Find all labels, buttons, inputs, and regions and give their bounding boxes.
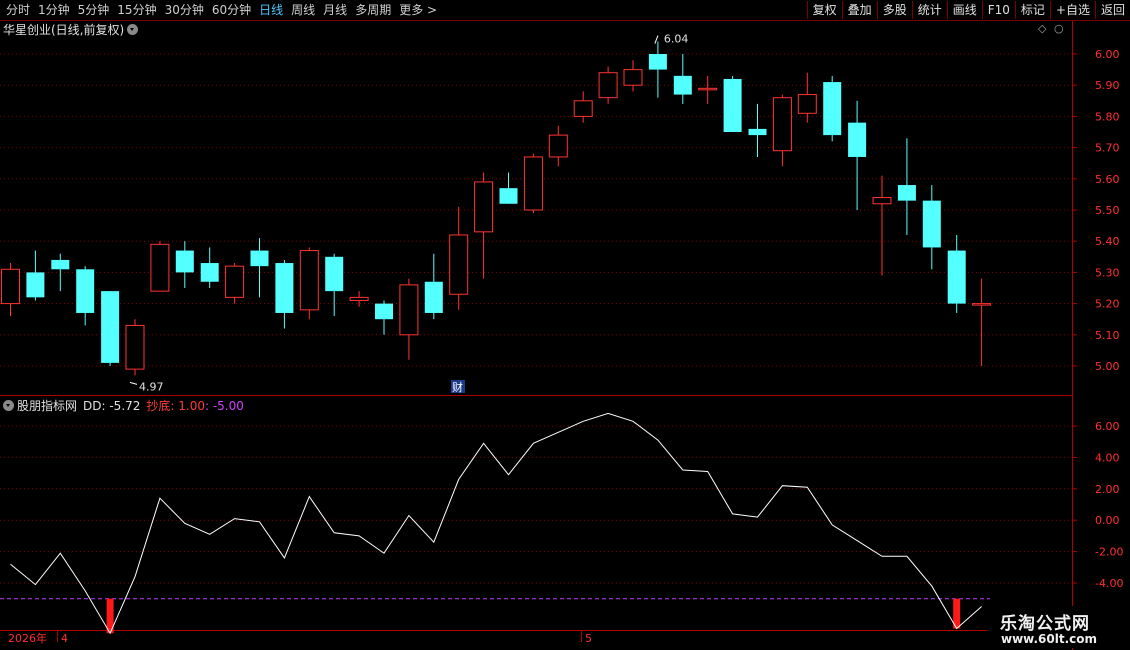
candle-body-up — [772, 97, 792, 152]
price-tick-label: 6.00 — [1095, 48, 1120, 61]
candle-body-up — [349, 296, 369, 301]
indicator-tick-label: 2.00 — [1095, 483, 1120, 496]
candle-body-up — [1, 268, 20, 305]
candle-body-down — [175, 250, 194, 273]
candle-body-down — [250, 250, 269, 267]
low-marker-line — [129, 381, 138, 385]
candle-body-up — [150, 243, 170, 292]
dd-indicator-line — [10, 412, 982, 635]
candle-body-down — [823, 82, 842, 136]
candle-body-down — [648, 54, 667, 70]
candle-body-down — [723, 78, 742, 132]
indicator-tick-label: 4.00 — [1095, 451, 1120, 464]
low-price-label: 4.97 — [139, 380, 164, 393]
candle-body-up — [125, 324, 145, 370]
price-tick-label: 5.20 — [1095, 298, 1120, 311]
indicator-tick-label: -2.00 — [1095, 546, 1123, 559]
stock-chart[interactable]: 6.00 5.90 5.80 5.70 5.60 5.50 5.40 5.30 5.20 5.10… — [0, 0, 1130, 650]
candle-body-down — [848, 122, 867, 157]
price-tick-label: 5.80 — [1095, 110, 1120, 123]
candle-body-down — [748, 128, 767, 136]
candle-body-up — [399, 284, 419, 336]
candle-body-up — [698, 87, 718, 91]
price-tick-label: 5.90 — [1095, 79, 1120, 92]
candle-body-up — [299, 250, 319, 311]
candle-body-down — [922, 200, 941, 248]
price-tick-label: 5.50 — [1095, 204, 1120, 217]
time-axis-month: 4 — [61, 632, 68, 645]
price-tick-label: 5.70 — [1095, 142, 1120, 155]
candle-body-down — [200, 263, 219, 282]
candle-body-down — [897, 185, 916, 201]
candle-body-down — [51, 259, 70, 270]
time-axis-month: 5 — [585, 632, 592, 645]
watermark-title: 乐淘公式网 — [1000, 614, 1090, 634]
candle-body-down — [375, 303, 393, 320]
candle-body-up — [523, 156, 543, 211]
indicator-tick-label: -4.00 — [1095, 577, 1123, 590]
candle-body-down — [26, 272, 45, 298]
candle-body-up — [548, 134, 568, 158]
candle-body-down — [275, 263, 294, 313]
indicator-tick-label: 0.00 — [1095, 514, 1120, 527]
high-price-label: 6.04 — [664, 33, 689, 46]
candle-body-up — [598, 72, 618, 99]
candle-body-down — [499, 188, 518, 204]
candle-body-up — [872, 197, 892, 205]
watermark-url: www.60lt.com — [1001, 632, 1098, 646]
candle-body-down — [947, 250, 966, 304]
candle-body-up — [474, 181, 494, 233]
price-tick-label: 5.00 — [1095, 360, 1120, 373]
candle-body-up — [573, 100, 593, 117]
candle-body-down — [101, 291, 120, 363]
candle-body-up — [797, 94, 817, 114]
time-axis-year: 2026年 — [8, 631, 47, 645]
finance-badge-label: 财 — [452, 380, 463, 394]
candle-body-up — [449, 234, 469, 295]
candle-body-up — [225, 265, 245, 298]
candle-body-down — [673, 75, 692, 95]
price-tick-label: 5.40 — [1095, 235, 1120, 248]
candle-body-down — [424, 281, 443, 313]
price-tick-label: 5.10 — [1095, 329, 1120, 342]
candle-body-up — [972, 303, 992, 306]
price-tick-label: 5.30 — [1095, 266, 1120, 279]
indicator-tick-label: 6.00 — [1095, 420, 1120, 433]
price-tick-label: 5.60 — [1095, 173, 1120, 186]
candle-body-down — [76, 269, 95, 313]
candle-body-down — [325, 256, 344, 292]
candle-body-up — [623, 69, 643, 86]
